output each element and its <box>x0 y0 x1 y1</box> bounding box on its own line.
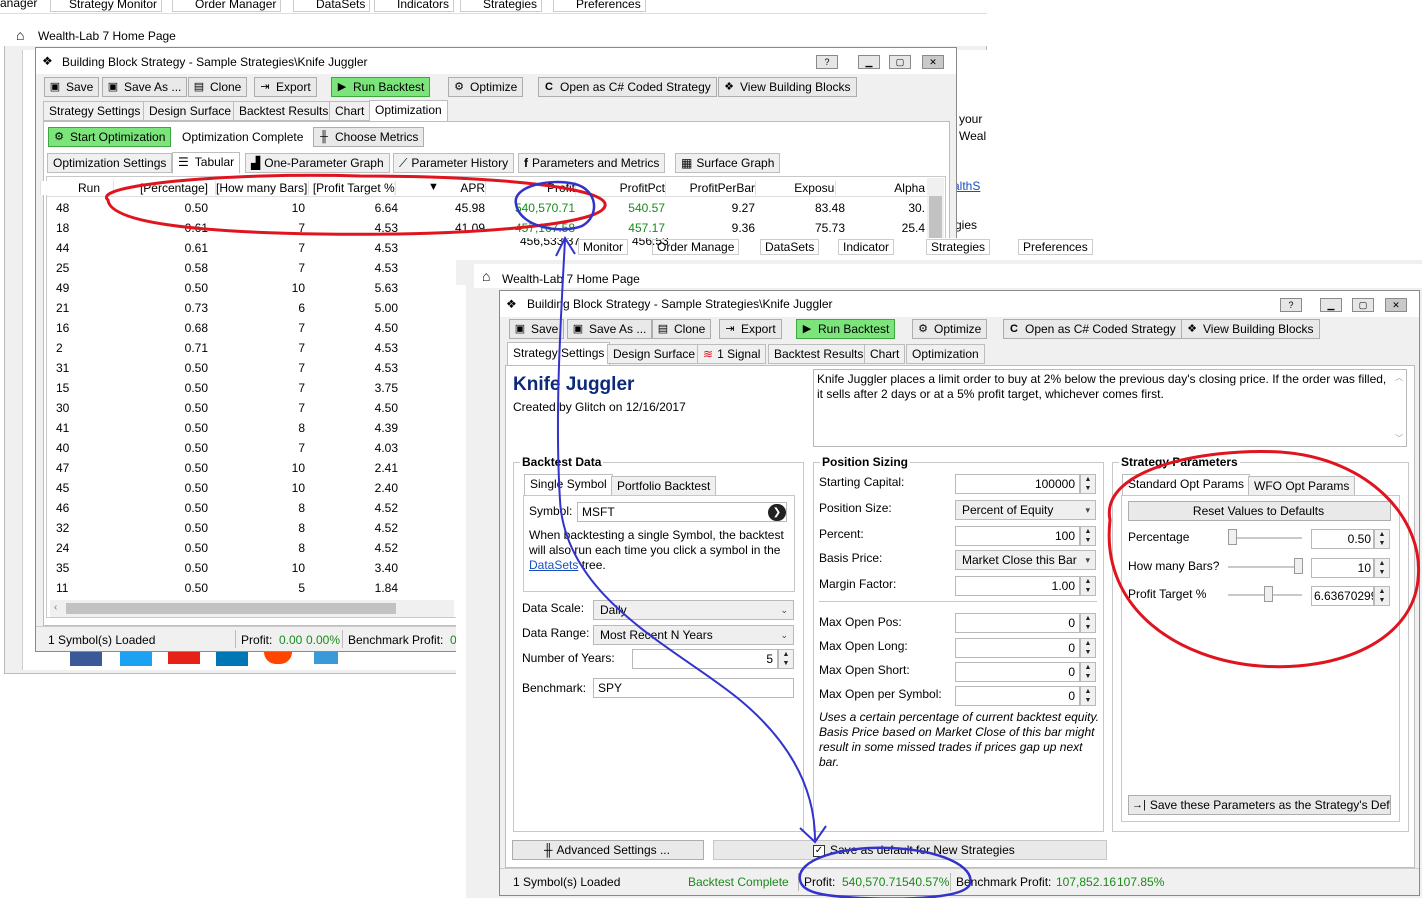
blue-arrow-head-bottom <box>799 825 827 844</box>
annotation-layer <box>104 173 1421 898</box>
red-ellipse-row-annotation <box>104 173 607 236</box>
blue-connector-arrow <box>556 239 816 841</box>
blue-ellipse-status-annotation <box>798 846 972 898</box>
red-ellipse-params-annotation <box>1107 450 1421 669</box>
